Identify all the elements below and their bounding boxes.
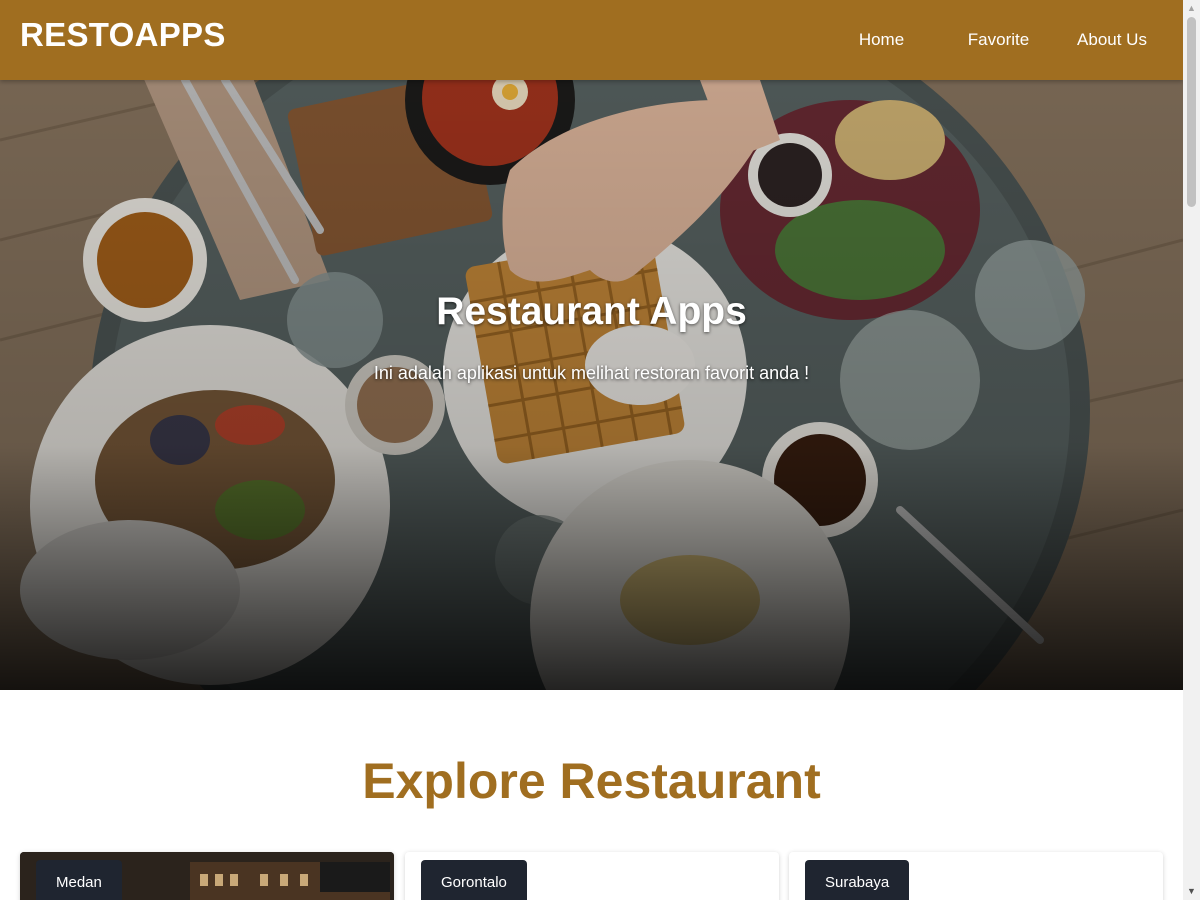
hero-overlay [0, 80, 1183, 690]
hero-subtitle: Ini adalah aplikasi untuk melihat restor… [373, 363, 810, 383]
nav-about-link[interactable]: About Us [1057, 30, 1167, 50]
restaurant-card[interactable]: Surabaya [789, 852, 1163, 900]
main-nav: Home Favorite About Us [823, 0, 1183, 80]
restaurant-card[interactable]: Gorontalo [405, 852, 779, 900]
explore-title: Explore Restaurant [362, 753, 821, 809]
triangle-down-icon[interactable]: ▼ [1183, 883, 1200, 900]
brand-logo[interactable]: RESTOAPPS [20, 16, 226, 54]
hero-title: Restaurant Apps [436, 290, 747, 333]
hero-section: Restaurant Apps Ini adalah aplikasi untu… [0, 80, 1183, 690]
nav-home-link[interactable]: Home [823, 30, 940, 50]
restaurant-card[interactable]: Medan [20, 852, 394, 900]
city-badge: Gorontalo [421, 860, 527, 900]
page: RESTOAPPS Home Favorite About Us Restaur… [0, 0, 1183, 900]
page-scrollbar[interactable]: ▲ ▼ [1183, 0, 1200, 900]
app-header: RESTOAPPS Home Favorite About Us [0, 0, 1183, 80]
scrollbar-thumb[interactable] [1187, 17, 1196, 207]
triangle-up-icon[interactable]: ▲ [1183, 0, 1200, 17]
city-badge: Medan [36, 860, 122, 900]
city-badge: Surabaya [805, 860, 910, 900]
nav-favorite-link[interactable]: Favorite [940, 30, 1057, 50]
